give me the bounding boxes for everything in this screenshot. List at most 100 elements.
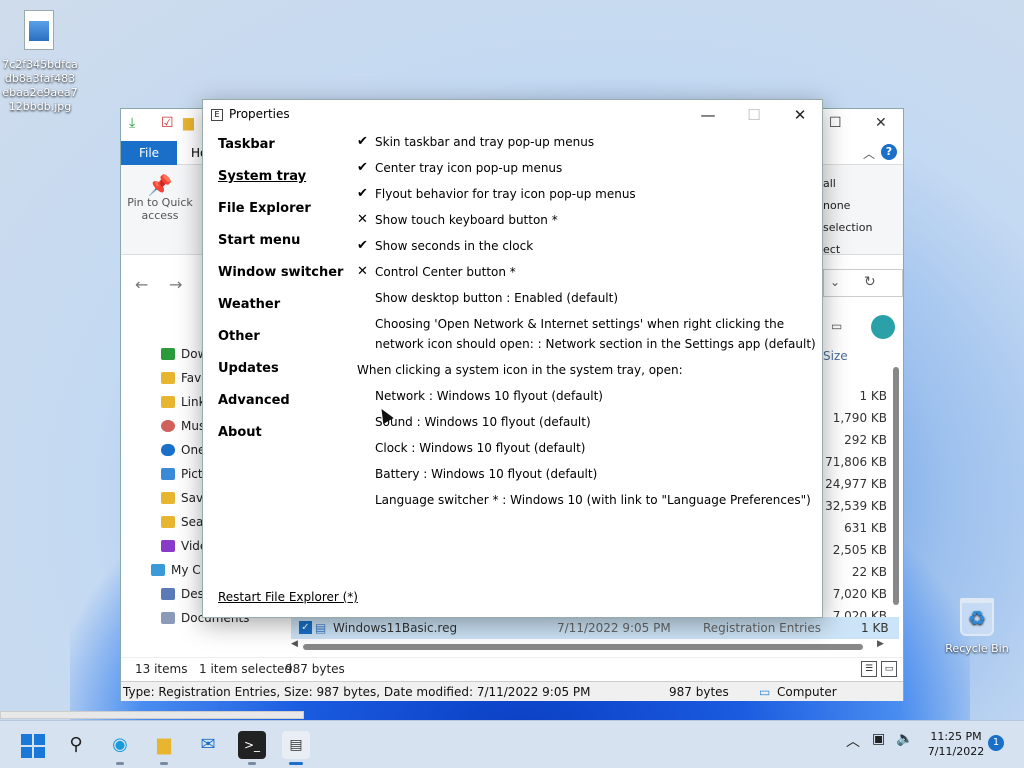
nav-taskbar[interactable]: Taskbar bbox=[218, 137, 275, 152]
clock-date: 7/11/2022 bbox=[927, 745, 985, 758]
row-checkbox[interactable]: ✓ bbox=[299, 621, 312, 634]
option-network-settings-line1[interactable]: Choosing 'Open Network & Internet settin… bbox=[375, 314, 784, 334]
check-icon: ✔ bbox=[357, 186, 368, 201]
pin-to-quick-access-button[interactable]: 📌 Pin to Quick access bbox=[127, 175, 193, 222]
option-clock-flyout[interactable]: Clock : Windows 10 flyout (default) bbox=[375, 438, 585, 458]
horizontal-scroll-thumb[interactable] bbox=[303, 644, 863, 650]
select-none-button[interactable]: none bbox=[823, 195, 872, 217]
option-show-desktop[interactable]: Show desktop button : Enabled (default) bbox=[375, 288, 618, 308]
view-buttons: ☰ ▭ bbox=[857, 660, 897, 677]
scroll-left-icon[interactable]: ◀ bbox=[291, 639, 298, 649]
terminal-icon[interactable]: >_ bbox=[238, 731, 266, 765]
option-network-settings-line2[interactable]: network icon should open: : Network sect… bbox=[375, 334, 816, 354]
clock-time: 11:25 PM bbox=[930, 730, 982, 743]
preview-pane-icon[interactable]: ▭ bbox=[831, 319, 842, 333]
option-battery-flyout[interactable]: Battery : Windows 10 flyout (default) bbox=[375, 464, 597, 484]
size-column: Size 1 KB 1,790 KB 292 KB 71,806 KB 24,9… bbox=[821, 341, 899, 631]
large-icons-view-icon[interactable]: ▭ bbox=[881, 661, 897, 677]
folder-icon[interactable]: ▆ bbox=[183, 115, 194, 131]
properties-titlebar[interactable]: E Properties — ☐ ✕ bbox=[203, 100, 822, 130]
horizontal-scrollbar[interactable]: ◀ ▶ bbox=[291, 639, 891, 653]
nav-updates[interactable]: Updates bbox=[218, 361, 279, 376]
nav-start-menu[interactable]: Start menu bbox=[218, 233, 300, 248]
collapse-ribbon-icon[interactable]: ︿ bbox=[863, 145, 875, 162]
nav-system-tray[interactable]: System tray bbox=[218, 169, 306, 184]
check-icon: ✔ bbox=[357, 134, 368, 149]
scroll-right-icon[interactable]: ▶ bbox=[877, 639, 884, 649]
window-title: Properties bbox=[229, 107, 290, 121]
properties-icon[interactable]: ☑ bbox=[161, 115, 174, 131]
invert-selection-button[interactable]: selection bbox=[823, 217, 872, 239]
taskbar-thumbnail-strip bbox=[0, 711, 304, 719]
properties-window[interactable]: E Properties — ☐ ✕ Taskbar System tray F… bbox=[202, 99, 823, 618]
computer-icon: ▭ bbox=[759, 685, 771, 699]
option-flyout-behavior[interactable]: Flyout behavior for tray icon pop-up men… bbox=[375, 184, 636, 204]
row-type: Registration Entries bbox=[703, 621, 821, 635]
explorer-patcher-icon[interactable]: ▤ bbox=[282, 731, 310, 765]
close-button[interactable]: ✕ bbox=[777, 104, 823, 126]
forward-arrow-icon[interactable]: → bbox=[169, 275, 182, 294]
size-header[interactable]: Size bbox=[823, 349, 848, 363]
close-icon[interactable]: ✕ bbox=[875, 115, 887, 131]
nav-window-switcher[interactable]: Window switcher bbox=[218, 265, 343, 280]
vertical-scrollbar[interactable] bbox=[893, 367, 899, 605]
view-toolbar: ▭ bbox=[821, 315, 905, 343]
info-location: Computer bbox=[777, 685, 837, 699]
back-arrow-icon[interactable]: ← bbox=[135, 275, 148, 294]
selected-bytes: 987 bytes bbox=[285, 662, 345, 676]
nav-weather[interactable]: Weather bbox=[218, 297, 280, 312]
option-language-switcher[interactable]: Language switcher * : Windows 10 (with l… bbox=[375, 490, 811, 510]
tab-file[interactable]: File bbox=[121, 141, 177, 165]
edge-icon[interactable]: ◉ bbox=[106, 731, 134, 765]
mail-icon[interactable]: ✉ bbox=[194, 731, 222, 759]
shell-icon[interactable] bbox=[871, 315, 895, 339]
explorer-infobar: Type: Registration Entries, Size: 987 by… bbox=[121, 681, 903, 701]
option-network-flyout[interactable]: Network : Windows 10 flyout (default) bbox=[375, 386, 603, 406]
notification-badge[interactable]: 1 bbox=[988, 735, 1004, 751]
tray-section-header: When clicking a system icon in the syste… bbox=[357, 363, 683, 377]
recycle-bin-icon: ♻ bbox=[960, 598, 994, 636]
address-dropdown[interactable]: ⌄ ↻ bbox=[823, 269, 903, 297]
refresh-icon[interactable]: ↻ bbox=[864, 274, 876, 290]
nav-other[interactable]: Other bbox=[218, 329, 260, 344]
maximize-button[interactable]: ☐ bbox=[731, 104, 777, 126]
maximize-icon[interactable]: ☐ bbox=[829, 115, 842, 131]
details-view-icon[interactable]: ☰ bbox=[861, 661, 877, 677]
download-icon[interactable]: ⤓ bbox=[129, 115, 135, 131]
option-skin-menus[interactable]: Skin taskbar and tray pop-up menus bbox=[375, 132, 594, 152]
reg-file-icon: ▤ bbox=[315, 621, 327, 635]
size-cell: 1,790 KB bbox=[832, 411, 887, 425]
size-cell: 292 KB bbox=[844, 433, 887, 447]
row-date: 7/11/2022 9:05 PM bbox=[557, 621, 671, 635]
option-show-seconds[interactable]: Show seconds in the clock bbox=[375, 236, 533, 256]
minimize-button[interactable]: — bbox=[685, 104, 731, 126]
show-hidden-icons-icon[interactable]: ︿ bbox=[846, 731, 860, 751]
chevron-down-icon[interactable]: ⌄ bbox=[830, 275, 840, 289]
file-details: Type: Registration Entries, Size: 987 by… bbox=[123, 685, 591, 699]
app-icon: E bbox=[211, 109, 223, 121]
size-cell: 71,806 KB bbox=[825, 455, 887, 469]
recycle-bin[interactable]: ♻ Recycle Bin bbox=[942, 598, 1012, 656]
option-center-menus[interactable]: Center tray icon pop-up menus bbox=[375, 158, 562, 178]
option-touch-keyboard[interactable]: Show touch keyboard button * bbox=[375, 210, 558, 230]
network-icon[interactable]: ▣ bbox=[872, 731, 885, 747]
file-explorer-taskbar-icon[interactable]: ▆ bbox=[150, 731, 178, 765]
size-cell: 631 KB bbox=[844, 521, 887, 535]
desktop-file-icon[interactable]: 7c2f345bdfcadb8a3faf483ebaa2e9aea712bbdb… bbox=[0, 0, 80, 120]
search-icon[interactable]: ⚲ bbox=[62, 731, 90, 759]
help-icon[interactable]: ? bbox=[881, 144, 897, 160]
size-cell: 1 KB bbox=[859, 389, 887, 403]
volume-icon[interactable]: 🔈 bbox=[896, 731, 913, 747]
table-row-selected[interactable]: ✓ ▤ Windows11Basic.reg 7/11/2022 9:05 PM… bbox=[291, 617, 899, 639]
nav-file-explorer[interactable]: File Explorer bbox=[218, 201, 311, 216]
option-sound-flyout[interactable]: Sound : Windows 10 flyout (default) bbox=[375, 412, 591, 432]
start-button[interactable] bbox=[18, 731, 46, 759]
select-group: all none selection ect bbox=[823, 173, 872, 261]
nav-about[interactable]: About bbox=[218, 425, 262, 440]
option-control-center[interactable]: Control Center button * bbox=[375, 262, 516, 282]
nav-advanced[interactable]: Advanced bbox=[218, 393, 290, 408]
taskbar-clock[interactable]: 11:25 PM 7/11/2022 bbox=[918, 729, 994, 759]
select-all-button[interactable]: all bbox=[823, 173, 872, 195]
size-cell: 22 KB bbox=[851, 565, 887, 579]
restart-explorer-link[interactable]: Restart File Explorer (*) bbox=[218, 590, 358, 604]
